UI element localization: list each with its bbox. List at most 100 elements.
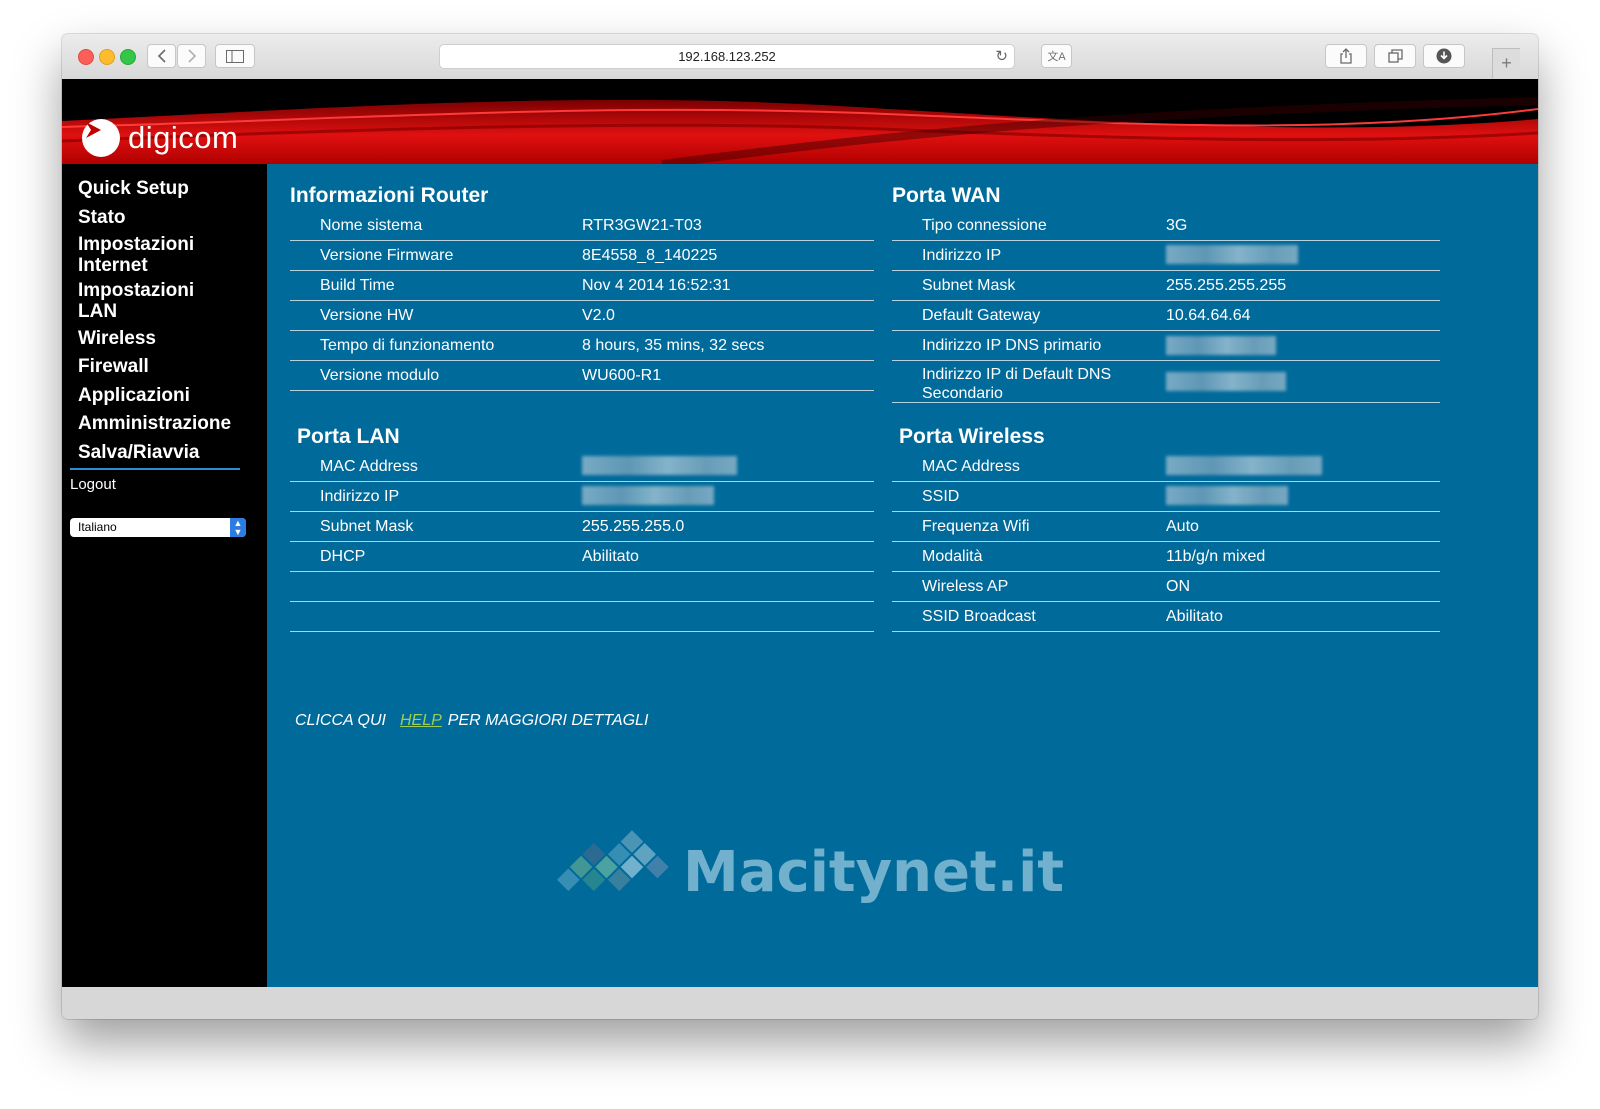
row-label: Indirizzo IP DNS primario bbox=[922, 337, 1102, 354]
row-label: MAC Address bbox=[922, 458, 1020, 475]
tabs-overview-button[interactable] bbox=[1374, 44, 1416, 68]
share-button[interactable] bbox=[1325, 44, 1367, 68]
row-value: WU600-R1 bbox=[582, 367, 662, 384]
table-row: Versione modulo WU600-R1 bbox=[290, 361, 874, 391]
sidebar-item-amministrazione[interactable]: Amministrazione bbox=[78, 413, 266, 434]
language-select[interactable]: Italiano ▲ ▼ bbox=[70, 518, 246, 537]
redacted-value bbox=[1166, 372, 1286, 391]
row-label: Indirizzo IP bbox=[320, 488, 400, 505]
logout-link[interactable]: Logout bbox=[70, 476, 116, 493]
sidebar-item-impostazioni-internet[interactable]: Impostazioni Internet bbox=[78, 234, 218, 276]
row-label: Wireless AP bbox=[922, 578, 1009, 595]
wan-title: Porta WAN bbox=[892, 184, 1001, 207]
language-selected: Italiano bbox=[78, 520, 117, 534]
main-content: Informazioni Router Nome sistema RTR3GW2… bbox=[267, 164, 1538, 987]
address-bar[interactable]: 192.168.123.252 ↻ bbox=[439, 44, 1015, 69]
table-row: Subnet Mask 255.255.255.255 bbox=[892, 271, 1440, 301]
chevron-left-icon bbox=[157, 49, 166, 63]
redacted-value bbox=[1166, 245, 1298, 264]
table-row: Indirizzo IP di Default DNS Secondario bbox=[892, 361, 1440, 403]
table-row: Versione HW V2.0 bbox=[290, 301, 874, 331]
forward-button[interactable] bbox=[177, 44, 206, 68]
sidebar-item-firewall[interactable]: Firewall bbox=[78, 356, 266, 377]
table-row: MAC Address bbox=[290, 452, 874, 482]
row-value: 255.255.255.0 bbox=[582, 518, 685, 535]
table-row: Wireless AP ON bbox=[892, 572, 1440, 602]
sidebar-item-salva-riavvia[interactable]: Salva/Riavvia bbox=[78, 442, 266, 463]
table-row: SSID Broadcast Abilitato bbox=[892, 602, 1440, 632]
row-value: Abilitato bbox=[1166, 608, 1223, 625]
help-prefix: CLICCA QUI bbox=[295, 712, 386, 729]
row-label: Indirizzo IP bbox=[922, 247, 1002, 264]
row-label: Default Gateway bbox=[922, 307, 1041, 324]
macitynet-watermark: Macitynet.it bbox=[555, 824, 1064, 949]
sidebar-divider bbox=[70, 468, 240, 470]
plus-icon: + bbox=[1501, 53, 1512, 73]
sidebar-item-stato[interactable]: Stato bbox=[78, 207, 266, 228]
row-label: Nome sistema bbox=[320, 217, 423, 234]
row-label: Frequenza Wifi bbox=[922, 518, 1030, 535]
sidebar-item-wireless[interactable]: Wireless bbox=[78, 328, 266, 349]
row-value: ON bbox=[1166, 578, 1190, 595]
sidebar-icon bbox=[226, 49, 244, 63]
download-icon bbox=[1436, 48, 1452, 64]
row-label: DHCP bbox=[320, 548, 366, 565]
row-label: Tipo connessione bbox=[922, 217, 1047, 234]
help-link[interactable]: HELP bbox=[400, 712, 442, 729]
translate-button[interactable]: 文A bbox=[1041, 44, 1072, 68]
help-suffix: PER MAGGIORI DETTAGLI bbox=[447, 712, 649, 729]
downloads-button[interactable] bbox=[1423, 44, 1465, 68]
table-row: Nome sistema RTR3GW21-T03 bbox=[290, 211, 874, 241]
table-row: SSID bbox=[892, 482, 1440, 512]
table-row: DHCP Abilitato bbox=[290, 542, 874, 572]
table-row: Tipo connessione 3G bbox=[892, 211, 1440, 241]
back-button[interactable] bbox=[147, 44, 176, 68]
row-label: SSID bbox=[922, 488, 960, 505]
header-banner: digicom bbox=[62, 79, 1538, 164]
share-icon bbox=[1340, 48, 1352, 64]
table-row: Versione Firmware 8E4558_8_140225 bbox=[290, 241, 874, 271]
row-label: Subnet Mask bbox=[320, 518, 414, 535]
browser-toolbar: 192.168.123.252 ↻ 文A + bbox=[62, 34, 1538, 80]
table-row: Indirizzo IP bbox=[290, 482, 874, 512]
sidebar-item-quick-setup[interactable]: Quick Setup bbox=[78, 178, 266, 199]
row-label: Subnet Mask bbox=[922, 277, 1016, 294]
reload-icon[interactable]: ↻ bbox=[995, 45, 1008, 68]
table-row: Modalità 11b/g/n mixed bbox=[892, 542, 1440, 572]
row-label: Build Time bbox=[320, 277, 395, 294]
table-row: Frequenza Wifi Auto bbox=[892, 512, 1440, 542]
router-info-title: Informazioni Router bbox=[290, 184, 489, 207]
new-tab-button[interactable]: + bbox=[1492, 48, 1520, 78]
sidebar-item-impostazioni-lan[interactable]: Impostazioni LAN bbox=[78, 280, 218, 322]
row-label: Versione modulo bbox=[320, 367, 440, 384]
row-value: 10.64.64.64 bbox=[1166, 307, 1251, 324]
table-row: MAC Address bbox=[892, 452, 1440, 482]
row-label: SSID Broadcast bbox=[922, 608, 1036, 625]
tabs-icon bbox=[1387, 49, 1403, 63]
redacted-value bbox=[1166, 486, 1288, 505]
row-label: Indirizzo IP di Default DNS Secondario bbox=[922, 366, 1112, 402]
close-window-button[interactable] bbox=[78, 49, 94, 65]
table-row: Subnet Mask 255.255.255.0 bbox=[290, 512, 874, 542]
url-text: 192.168.123.252 bbox=[678, 49, 776, 64]
macitynet-logo-icon bbox=[557, 830, 669, 892]
row-label: Modalità bbox=[922, 548, 983, 565]
row-label: MAC Address bbox=[320, 458, 418, 475]
sidebar-item-applicazioni[interactable]: Applicazioni bbox=[78, 385, 266, 406]
row-value: Abilitato bbox=[582, 548, 639, 565]
redacted-value bbox=[1166, 456, 1322, 475]
row-label: Versione HW bbox=[320, 307, 414, 324]
translate-icon: 文A bbox=[1047, 51, 1066, 63]
zoom-window-button[interactable] bbox=[120, 49, 136, 65]
row-value: 8 hours, 35 mins, 32 secs bbox=[582, 337, 765, 354]
row-value: 8E4558_8_140225 bbox=[582, 247, 718, 264]
table-row: Build Time Nov 4 2014 16:52:31 bbox=[290, 271, 874, 301]
play-arrow-icon bbox=[82, 119, 120, 157]
watermark-text: Macitynet.it bbox=[683, 840, 1065, 905]
sidebar-toggle-button[interactable] bbox=[215, 44, 255, 68]
row-value: Auto bbox=[1166, 518, 1199, 535]
table-row-empty bbox=[290, 602, 874, 632]
row-value: 255.255.255.255 bbox=[1166, 277, 1287, 294]
logo-text: digicom bbox=[128, 120, 239, 155]
minimize-window-button[interactable] bbox=[99, 49, 115, 65]
